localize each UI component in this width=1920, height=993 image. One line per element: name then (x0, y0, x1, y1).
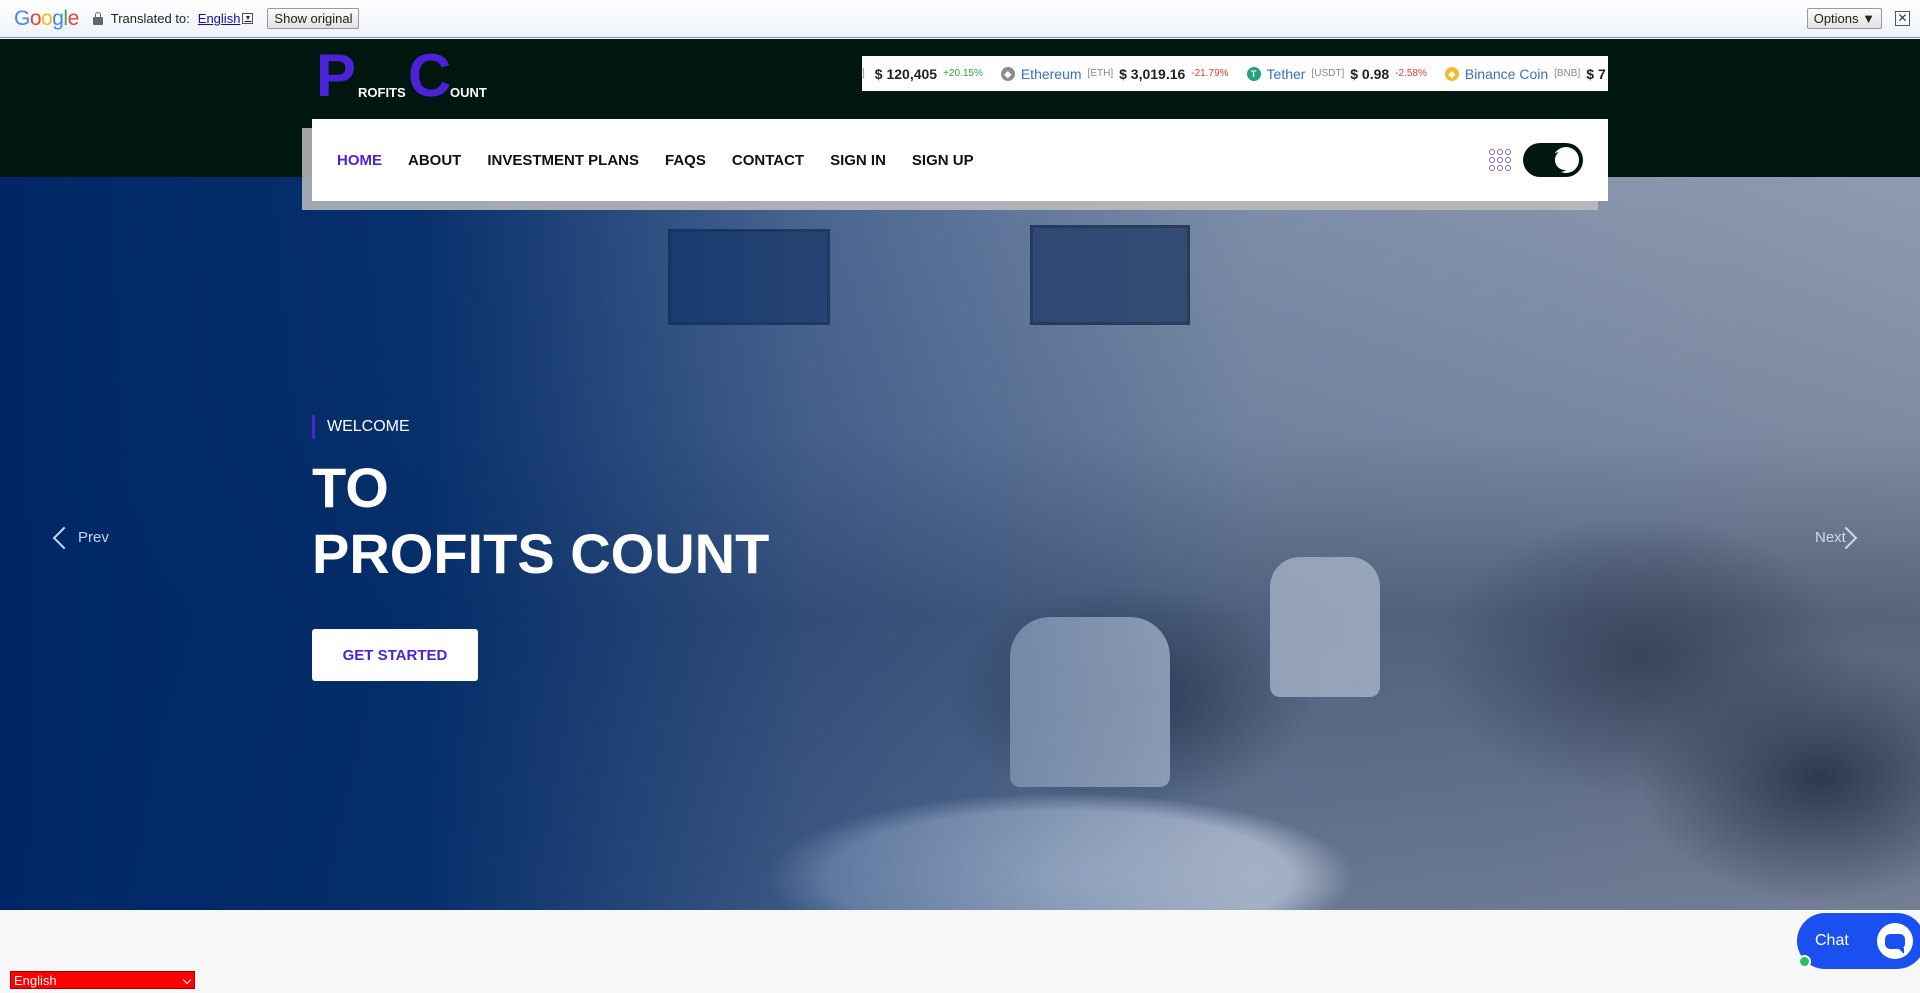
nav-sign-in[interactable]: SIGN IN (830, 152, 886, 169)
ticker-change: -21.79% (1191, 68, 1229, 79)
chat-bubble-icon[interactable] (1877, 923, 1913, 959)
translated-to-label: Translated to: (110, 11, 190, 26)
translate-language-link[interactable]: English ▼ (198, 11, 254, 26)
language-select-value[interactable]: English (14, 973, 57, 988)
chevron-down-icon[interactable] (182, 975, 192, 985)
ticker-symbol: [USDT] (1311, 68, 1345, 79)
ticker-name: Tether (1266, 65, 1306, 82)
google-logo: Google (14, 6, 79, 30)
ticker-bracket: ] (862, 68, 865, 79)
site-logo[interactable]: P ROFITS C OUNT (316, 46, 496, 106)
hero-title-line1: TO (312, 456, 389, 519)
online-status-dot (1798, 955, 1811, 968)
chat-label[interactable]: Chat (1815, 932, 1849, 950)
ticker-change: +20.15% (943, 68, 983, 79)
ticker-symbol: [ETH] (1087, 68, 1114, 79)
crypto-ticker: ] $ 120,405 +20.15% ◆ Ethereum [ETH] $ 3… (862, 56, 1608, 91)
chat-widget-button[interactable]: Chat (1797, 913, 1920, 969)
language-select[interactable]: English (10, 971, 195, 989)
ticker-name: Ethereum (1020, 65, 1082, 82)
ticker-item[interactable]: $ 120,405 +20.15% (875, 66, 1001, 82)
main-nav: HOME ABOUT INVESTMENT PLANS FAQS CONTACT… (312, 119, 1608, 201)
nav-home[interactable]: HOME (337, 152, 382, 169)
chevron-left-icon[interactable] (52, 526, 76, 549)
logo-word-ount: OUNT (450, 85, 487, 100)
get-started-button[interactable]: GET STARTED (312, 629, 478, 681)
nav-sign-up[interactable]: SIGN UP (912, 152, 974, 169)
ticker-name: Binance Coin (1464, 65, 1549, 82)
hero-slider: WELCOME TO PROFITS COUNT GET STARTED Pre… (0, 177, 1920, 910)
slider-prev-button[interactable]: Prev (52, 526, 109, 549)
ticker-price: $ 0.98 (1350, 65, 1390, 82)
logo-letter-c: C (408, 42, 452, 109)
dark-mode-toggle[interactable] (1523, 143, 1583, 177)
hero-welcome: WELCOME (312, 415, 410, 439)
ticker-price: $ 7 (1586, 65, 1606, 82)
ticker-symbol: [BNB] (1554, 68, 1581, 79)
ticker-item[interactable]: ◈ Binance Coin [BNB] $ 7 (1444, 65, 1608, 82)
nav-contact[interactable]: CONTACT (732, 152, 804, 169)
logo-letter-p: P (316, 42, 357, 109)
ticker-price: $ 3,019.16 (1119, 65, 1186, 82)
logo-word-rofits: ROFITS (358, 85, 406, 100)
lock-icon (92, 11, 103, 25)
ethereum-icon: ◆ (1000, 66, 1015, 81)
translate-options-button[interactable]: Options ▼ (1806, 8, 1882, 29)
slider-prev-label[interactable]: Prev (78, 529, 109, 546)
nav-faqs[interactable]: FAQS (665, 152, 706, 169)
close-icon[interactable]: ✕ (1895, 11, 1910, 26)
nav-investment-plans[interactable]: INVESTMENT PLANS (487, 152, 639, 169)
show-original-button[interactable]: Show original (267, 8, 360, 29)
hero-title-line2: PROFITS COUNT (312, 522, 770, 585)
ticker-price: $ 120,405 (874, 65, 938, 82)
moon-icon (1555, 150, 1575, 170)
slider-next-button[interactable]: Next (1815, 526, 1858, 549)
chevron-down-icon[interactable]: ▼ (242, 13, 254, 24)
hero-overlay (0, 177, 1920, 910)
translate-language-text[interactable]: English (198, 11, 241, 26)
hero-title: TO PROFITS COUNT (312, 455, 769, 587)
binance-icon: ◈ (1444, 66, 1459, 81)
apps-grid-icon[interactable] (1489, 149, 1511, 171)
ticker-change: -2.58% (1395, 68, 1427, 79)
tether-icon: T (1246, 66, 1261, 81)
translate-bar: Google Translated to: English ▼ Show orig… (0, 0, 1920, 38)
nav-about[interactable]: ABOUT (408, 152, 461, 169)
ticker-item[interactable]: T Tether [USDT] $ 0.98 -2.58% (1246, 65, 1445, 82)
ticker-item[interactable]: ◆ Ethereum [ETH] $ 3,019.16 -21.79% (1000, 65, 1247, 82)
